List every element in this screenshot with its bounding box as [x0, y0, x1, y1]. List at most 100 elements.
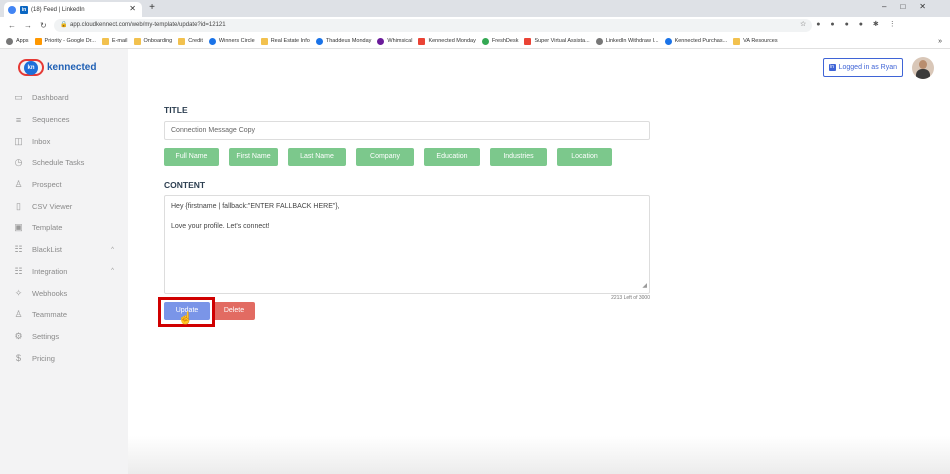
bookmark-icon	[101, 37, 109, 45]
sidebar-item-template[interactable]: ▣ Template	[0, 217, 128, 239]
char-count: 2213 Left of 3000	[611, 295, 650, 301]
url-text: app.cloudkennect.com/web/my-template/upd…	[70, 22, 226, 28]
bookmark-item[interactable]: E-mail	[101, 37, 128, 45]
content-line	[171, 212, 643, 222]
tag-button-education[interactable]: Education	[424, 148, 480, 166]
list-icon: ≡	[15, 114, 22, 125]
bookmark-label: E-mail	[111, 38, 128, 44]
bookmark-item[interactable]: Thaddeus Monday	[315, 37, 372, 45]
bookmark-item[interactable]: Winners Circle	[208, 37, 255, 45]
bookmark-label: Real Estate Info	[270, 38, 310, 44]
content-textarea[interactable]: Hey {firstname | fallback:"ENTER FALLBAC…	[164, 195, 650, 294]
settings-icon: ⚙	[14, 330, 23, 341]
clock-icon: ◷	[14, 157, 23, 168]
bookmark-item[interactable]: Onboarding	[133, 37, 173, 45]
bookmark-icon	[595, 37, 603, 45]
kennected-logo[interactable]: kn kennected	[18, 59, 96, 76]
tag-button-first-name[interactable]: First Name	[229, 148, 278, 166]
bookmark-item[interactable]: Kennected Monday	[418, 37, 476, 45]
sidebar-item-label: BlackList	[32, 245, 63, 255]
chevron-up-icon[interactable]: ^	[111, 247, 114, 253]
teammate-icon: ♙	[14, 309, 23, 320]
bookmark-item[interactable]: LinkedIn Withdraw I...	[595, 37, 659, 45]
bookmark-label: Apps	[16, 38, 29, 44]
bookmark-item[interactable]: Real Estate Info	[260, 37, 310, 45]
linkedin-icon: in	[20, 5, 28, 14]
sidebar-item-schedule-tasks[interactable]: ◷ Schedule Tasks	[0, 152, 128, 174]
tag-button-last-name[interactable]: Last Name	[288, 148, 346, 166]
bookmark-label: Whimsical	[387, 38, 413, 44]
sidebar-item-settings[interactable]: ⚙ Settings	[0, 326, 128, 348]
resize-handle-icon[interactable]: ◢	[642, 281, 647, 291]
window-controls[interactable]: –□✕	[882, 2, 940, 11]
bookmark-label: Onboarding	[143, 38, 173, 44]
bookmark-item[interactable]: FreshDesk	[481, 37, 519, 45]
sidebar-item-csv-viewer[interactable]: ▯ CSV Viewer	[0, 195, 128, 217]
back-icon[interactable]: ←	[8, 21, 16, 30]
browser-tab-bar: in (18) Feed | LinkedIn ✕ + –□✕	[0, 0, 950, 17]
bookmark-icon	[34, 37, 42, 45]
sidebar-item-label: Schedule Tasks	[32, 158, 85, 168]
sidebar-item-label: Sequences	[32, 115, 70, 125]
extension-icons[interactable]: ☆ ● ● ● ● ✱ ⋮	[800, 20, 900, 28]
bookmark-label: Thaddeus Monday	[325, 38, 372, 44]
dollar-icon: $	[15, 353, 21, 364]
bookmark-label: Kennected Monday	[428, 38, 476, 44]
bookmark-icon	[6, 37, 13, 45]
tag-button-full-name[interactable]: Full Name	[164, 148, 219, 166]
sidebar-item-label: Pricing	[32, 353, 55, 363]
bookmark-icon	[733, 37, 741, 45]
tag-button-location[interactable]: Location	[557, 148, 612, 166]
bookmark-label: VA Resources	[743, 38, 778, 44]
sidebar-item-dashboard[interactable]: ▭ Dashboard	[0, 87, 128, 109]
address-bar-row: ← → ↻ 🔒 app.cloudkennect.com/web/my-temp…	[0, 17, 950, 34]
sidebar-item-label: Prospect	[32, 180, 62, 190]
sidebar-item-prospect[interactable]: ♙ Prospect	[0, 174, 128, 196]
bookmark-item[interactable]: Super Virtual Assista...	[524, 37, 590, 45]
more-bookmarks-icon[interactable]: »	[938, 38, 942, 45]
reload-icon[interactable]: ↻	[40, 21, 47, 30]
sidebar-item-teammate[interactable]: ♙ Teammate	[0, 304, 128, 326]
sidebar-item-blacklist[interactable]: ☷ BlackList ^	[0, 239, 128, 261]
sidebar-item-inbox[interactable]: ◫ Inbox	[0, 130, 128, 152]
sidebar-item-label: Teammate	[32, 310, 68, 320]
new-tab-button[interactable]: +	[146, 2, 158, 14]
logo-text: kennected	[47, 62, 97, 73]
bookmark-label: FreshDesk	[491, 38, 519, 44]
sidebar-item-webhooks[interactable]: ✧ Webhooks	[0, 282, 128, 304]
close-icon[interactable]: ✕	[129, 4, 136, 13]
avatar[interactable]	[912, 57, 934, 79]
chevron-up-icon[interactable]: ^	[111, 268, 114, 274]
webhook-icon: ✧	[14, 287, 23, 298]
title-label: TITLE	[164, 105, 188, 115]
forward-icon[interactable]: →	[24, 21, 32, 30]
google-icon	[8, 5, 16, 14]
bookmark-item[interactable]: Whimsical	[377, 37, 413, 45]
delete-button[interactable]: Delete	[213, 302, 255, 320]
bookmark-icon	[133, 37, 141, 45]
sidebar-item-pricing[interactable]: $ Pricing	[0, 347, 128, 369]
bookmark-label: Super Virtual Assista...	[534, 38, 590, 44]
title-input[interactable]: Connection Message Copy	[164, 121, 650, 140]
content-line: Love your profile. Let's connect!	[171, 223, 270, 230]
browser-tab[interactable]: in (18) Feed | LinkedIn ✕	[4, 2, 142, 17]
sidebar-item-integration[interactable]: ☷ Integration ^	[0, 261, 128, 283]
bookmark-item[interactable]: Priority - Google Dr...	[34, 37, 96, 45]
bookmark-item[interactable]: Credit	[178, 37, 203, 45]
bookmark-item[interactable]: Apps	[6, 37, 29, 45]
tag-button-company[interactable]: Company	[356, 148, 414, 166]
monitor-icon: ▭	[14, 92, 23, 103]
sidebar-item-label: Integration	[32, 266, 68, 276]
hand-cursor-icon: ☝	[178, 311, 193, 325]
sidebar-item-sequences[interactable]: ≡ Sequences	[0, 109, 128, 131]
bookmark-label: Winners Circle	[218, 38, 255, 44]
bookmark-item[interactable]: VA Resources	[733, 37, 778, 45]
url-input[interactable]: 🔒 app.cloudkennect.com/web/my-template/u…	[54, 19, 812, 32]
tag-button-industries[interactable]: Industries	[490, 148, 547, 166]
merge-tag-buttons: Full Name First Name Last Name Company Educa…	[164, 148, 622, 166]
bookmark-icon	[418, 37, 426, 45]
bookmark-item[interactable]: Kennected Purchas...	[664, 37, 727, 45]
logged-in-button[interactable]: in Logged in as Ryan	[822, 58, 903, 77]
integration-icon: ☷	[14, 265, 23, 276]
sidebar-item-label: Dashboard	[32, 93, 69, 103]
